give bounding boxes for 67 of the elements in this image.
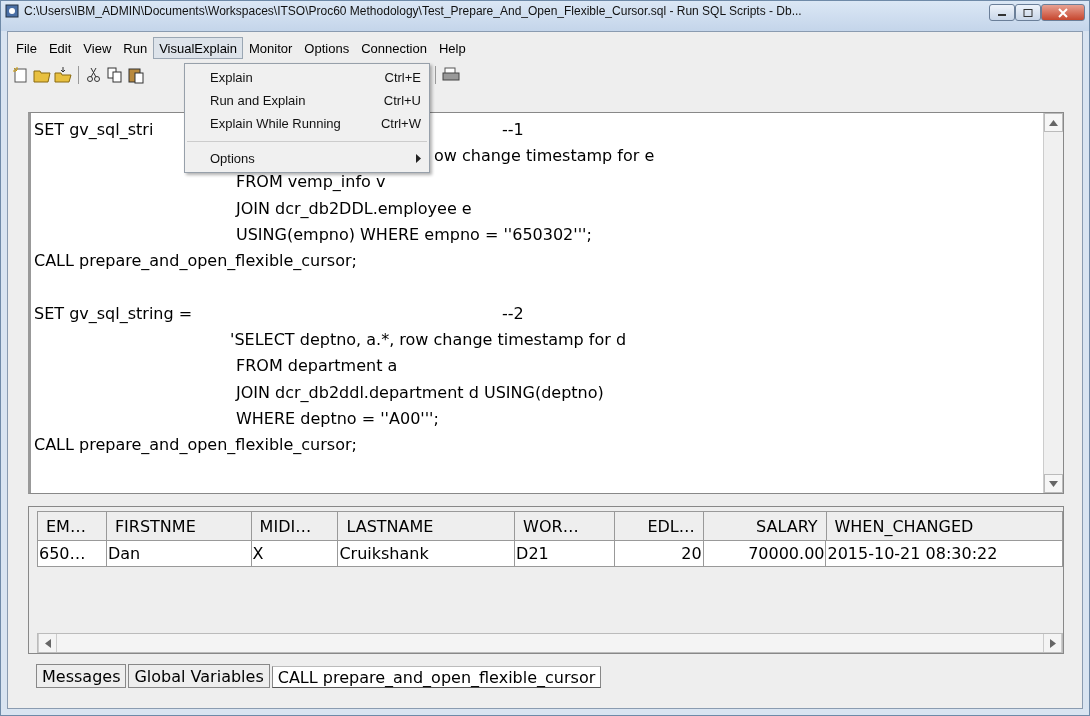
minimize-button[interactable]: [989, 4, 1015, 21]
horizontal-scrollbar[interactable]: [37, 633, 1063, 653]
scroll-left-icon: [44, 638, 51, 648]
menu-item[interactable]: Run: [117, 37, 154, 59]
code-line: FROM department a: [236, 356, 398, 376]
menu-item[interactable]: Connection: [355, 37, 433, 59]
new-file-icon[interactable]: [12, 66, 30, 84]
sql-editor[interactable]: [28, 112, 1064, 494]
code-line: USING(empno) WHERE empno = ''650302''';: [236, 224, 592, 244]
code-comment: --1: [502, 119, 524, 139]
scroll-down-icon: [1049, 480, 1058, 487]
close-icon: [1057, 7, 1069, 18]
scroll-up-icon: [1049, 119, 1058, 126]
table-cell: Dan: [106, 541, 252, 567]
tab[interactable]: CALL prepare_and_open_flexible_cursor: [271, 666, 602, 688]
code-line: WHERE deptno = ''A00''';: [236, 408, 439, 428]
table-cell: Cruikshank: [338, 541, 516, 567]
copy-icon[interactable]: [106, 66, 124, 84]
code-line: SET gv_sql_stri: [34, 119, 154, 139]
code-line: JOIN dcr_db2ddl.department d USING(deptno): [236, 382, 604, 402]
menu-item[interactable]: VisualExplain: [153, 37, 243, 59]
column-header[interactable]: EM…: [37, 511, 107, 541]
app-icon: [5, 4, 19, 18]
table-cell: 650…: [37, 541, 107, 567]
table-cell: 20: [614, 541, 704, 567]
close-button[interactable]: [1041, 4, 1085, 21]
maximize-button[interactable]: [1015, 4, 1041, 21]
menu-item[interactable]: Edit: [42, 37, 78, 59]
menu-item[interactable]: View: [77, 37, 118, 59]
menu-option[interactable]: Options: [185, 147, 429, 170]
code-line: CALL prepare_and_open_flexible_cursor;: [34, 435, 357, 455]
scroll-right-icon: [1049, 638, 1056, 648]
table-cell: 70000.00: [703, 541, 827, 567]
printer-icon[interactable]: [442, 66, 460, 84]
code-line: ow change timestamp for e: [434, 145, 655, 165]
code-line: 'SELECT deptno, a.*, row change timestamp for d: [230, 330, 627, 349]
menu-item[interactable]: Help: [432, 37, 472, 59]
vertical-scrollbar[interactable]: [1043, 113, 1063, 493]
menu-item[interactable]: File: [10, 37, 43, 59]
column-header[interactable]: EDL…: [614, 511, 704, 541]
tab[interactable]: Messages: [36, 664, 127, 688]
scissors-icon[interactable]: [85, 66, 103, 84]
table-cell: X: [251, 541, 339, 567]
column-header[interactable]: FIRSTNME: [106, 511, 252, 541]
table-cell: D21: [515, 541, 615, 567]
paste-icon[interactable]: [127, 66, 145, 84]
menu-option[interactable]: Explain While Running Ctrl+W: [185, 112, 429, 135]
window-title: C:\Users\IBM_ADMIN\Documents\Workspaces\ITSO\Proc60 Methodology\Test_Prepare_And_Open_Flexible_Cursor.sql - Run SQL Scripts - Db...: [24, 4, 803, 18]
code-comment: --2: [502, 303, 524, 323]
code-line: CALL prepare_and_open_flexible_cursor;: [34, 251, 357, 271]
maximize-icon: [1023, 8, 1033, 17]
menu-option[interactable]: Run and Explain Ctrl+U: [185, 89, 429, 112]
table-cell: 2015-10-21 08:30:22: [826, 541, 1063, 567]
column-header[interactable]: WOR…: [515, 511, 615, 541]
column-header[interactable]: MIDI…: [251, 511, 339, 541]
code-line: JOIN dcr_db2DDL.employee e: [236, 198, 472, 218]
code-line: SET gv_sql_string =: [34, 303, 193, 323]
menu-item[interactable]: Options: [298, 37, 356, 59]
menu-item[interactable]: Monitor: [243, 37, 299, 59]
code-line: FROM vemp_info v: [236, 172, 386, 192]
menu-option[interactable]: Explain Ctrl+E: [185, 66, 429, 89]
column-header[interactable]: WHEN_CHANGED: [826, 511, 1063, 541]
tab[interactable]: Global Variables: [128, 664, 270, 688]
column-header[interactable]: LASTNAME: [338, 511, 516, 541]
folder-arrow-icon[interactable]: [54, 66, 72, 84]
column-header[interactable]: SALARY: [703, 511, 827, 541]
submenu-arrow-icon: [416, 154, 421, 163]
